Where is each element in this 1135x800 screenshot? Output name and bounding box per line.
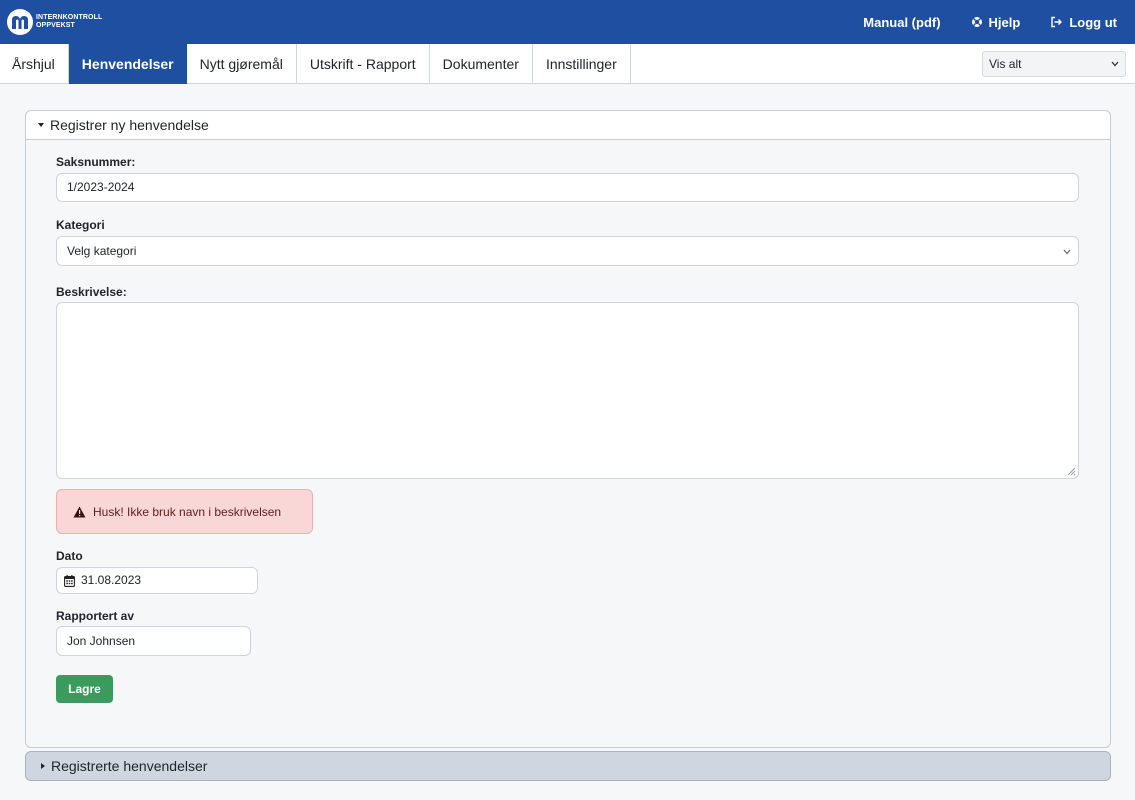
logo-text: INTERNKONTROLL OPPVEKST xyxy=(36,14,102,30)
help-link[interactable]: Hjelp xyxy=(971,14,1021,30)
reported-by-label: Rapportert av xyxy=(56,609,135,623)
logo-text-line2: OPPVEKST xyxy=(36,22,75,29)
date-label: Dato xyxy=(56,549,83,563)
registered-panel-header[interactable]: Registrerte henvendelser xyxy=(25,751,1111,781)
warning-text: Husk! Ikke bruk navn i beskrivelsen xyxy=(93,504,282,519)
lifebuoy-icon xyxy=(971,17,982,27)
tab-bar: Årshjul Henvendelser Nytt gjøremål Utskr… xyxy=(0,44,1135,84)
resize-handle-icon[interactable] xyxy=(1066,466,1076,476)
view-filter-select[interactable]: Vis alt xyxy=(982,51,1126,77)
register-panel-title: Registrer ny henvendelse xyxy=(50,116,209,133)
app-logo[interactable]: INTERNKONTROLL OPPVEKST xyxy=(7,9,102,35)
warning-alert: Husk! Ikke bruk navn i beskrivelsen xyxy=(56,489,313,534)
manual-link[interactable]: Manual (pdf) xyxy=(863,15,940,30)
tab-innstillinger[interactable]: Innstillinger xyxy=(533,44,631,84)
warning-triangle-icon xyxy=(73,506,86,517)
logout-icon xyxy=(1051,16,1063,28)
date-value: 31.08.2023 xyxy=(81,573,142,587)
tab-nytt-gjoremal[interactable]: Nytt gjøremål xyxy=(187,44,297,84)
case-number-input[interactable]: 1/2023-2024 xyxy=(56,173,1079,202)
category-label: Kategori xyxy=(56,218,105,232)
save-button[interactable]: Lagre xyxy=(56,675,113,703)
logout-link-label: Logg ut xyxy=(1069,14,1117,30)
logo-m-icon xyxy=(7,9,33,35)
caret-down-icon xyxy=(38,123,44,127)
top-links: Manual (pdf) Hjelp Logg ut xyxy=(833,0,1117,44)
chevron-down-icon xyxy=(1063,249,1071,255)
tab-dokumenter[interactable]: Dokumenter xyxy=(430,44,533,84)
manual-link-label: Manual (pdf) xyxy=(863,14,941,30)
description-textarea[interactable] xyxy=(56,302,1079,479)
category-select-value: Velg kategori xyxy=(67,244,137,258)
caret-right-icon xyxy=(41,763,45,769)
chevron-down-icon xyxy=(1111,61,1119,67)
calendar-icon xyxy=(64,575,75,587)
registered-panel-title: Registrerte henvendelser xyxy=(51,758,208,774)
case-number-label: Saksnummer: xyxy=(56,155,136,169)
category-select[interactable]: Velg kategori xyxy=(56,236,1079,266)
help-link-label: Hjelp xyxy=(988,14,1021,30)
register-panel-header[interactable]: Registrer ny henvendelse xyxy=(26,111,1110,140)
view-filter-value: Vis alt xyxy=(989,57,1022,71)
tab-utskrift-rapport[interactable]: Utskrift - Rapport xyxy=(297,44,430,84)
logo-text-line1: INTERNKONTROLL xyxy=(36,14,103,21)
top-navbar: INTERNKONTROLL OPPVEKST Manual (pdf) Hje… xyxy=(0,0,1135,44)
tab-arshjul[interactable]: Årshjul xyxy=(0,44,69,84)
tab-henvendelser[interactable]: Henvendelser xyxy=(68,44,187,84)
description-label: Beskrivelse: xyxy=(56,285,127,299)
logout-link[interactable]: Logg ut xyxy=(1050,15,1117,30)
reported-by-input[interactable]: Jon Johnsen xyxy=(56,626,251,656)
date-input[interactable]: 31.08.2023 xyxy=(56,567,258,594)
